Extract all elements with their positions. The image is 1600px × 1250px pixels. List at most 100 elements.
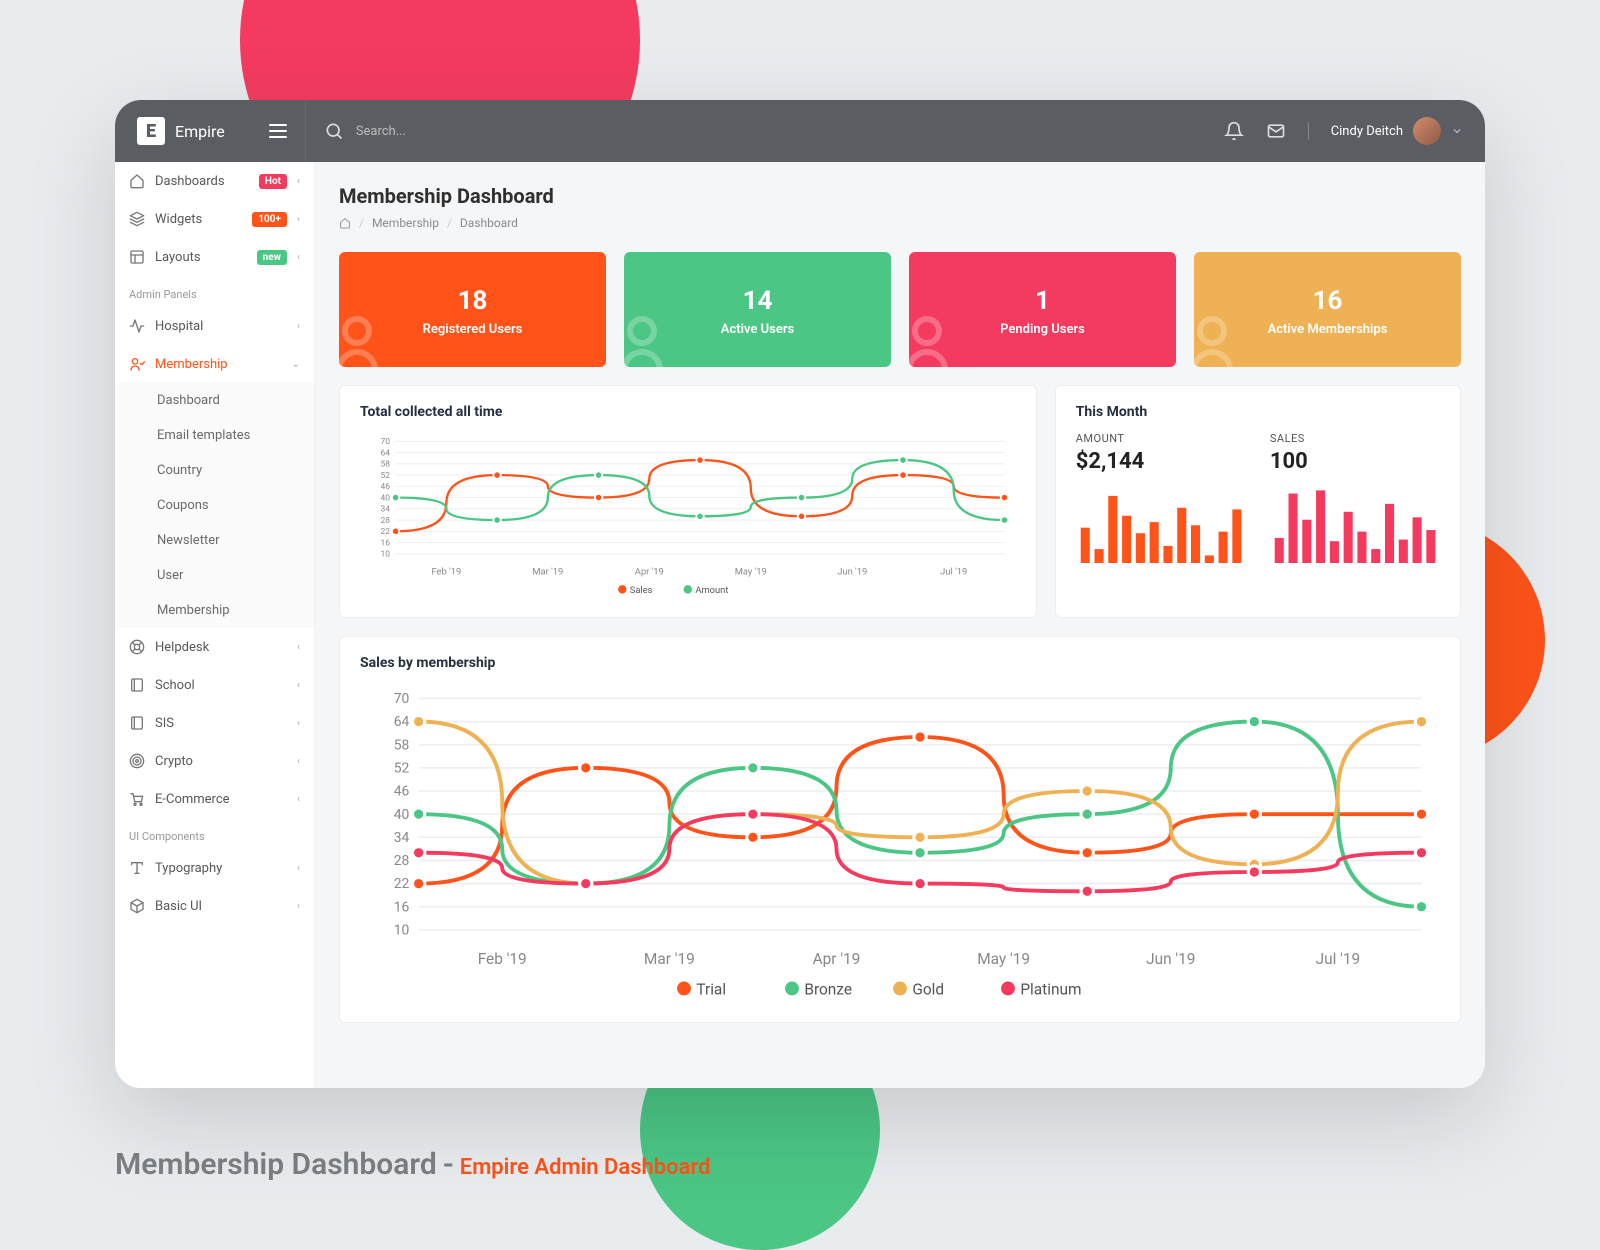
home-icon[interactable] bbox=[339, 217, 351, 229]
svg-text:Jul '19: Jul '19 bbox=[1316, 950, 1361, 968]
amount-sparkbar bbox=[1076, 484, 1246, 563]
this-month-panel: This Month AMOUNT $2,144 SALES 100 bbox=[1055, 385, 1461, 618]
chevron-icon: ‹ bbox=[297, 756, 300, 767]
sidebar-item-hospital[interactable]: Hospital ‹ bbox=[115, 307, 314, 345]
stat-row: 18 Registered Users 14 Active Users 1 Pe… bbox=[339, 252, 1461, 367]
page-title: Membership Dashboard bbox=[339, 184, 1461, 208]
brand-logo-icon: E bbox=[137, 117, 165, 145]
subnav-item-membership[interactable]: Membership bbox=[115, 593, 314, 628]
svg-text:22: 22 bbox=[381, 527, 391, 537]
nav-label: Helpdesk bbox=[155, 640, 287, 655]
main-content: Membership Dashboard / Membership / Dash… bbox=[315, 162, 1485, 1088]
chevron-icon: ‹ bbox=[297, 321, 300, 332]
cart-icon bbox=[129, 791, 145, 807]
sidebar-item-basic ui[interactable]: Basic UI ‹ bbox=[115, 887, 314, 925]
sidebar-item-crypto[interactable]: Crypto ‹ bbox=[115, 742, 314, 780]
svg-text:Jul '19: Jul '19 bbox=[940, 566, 967, 577]
amount-value: $2,144 bbox=[1076, 449, 1246, 474]
stat-card-registered users[interactable]: 18 Registered Users bbox=[339, 252, 606, 367]
sales-value: 100 bbox=[1270, 449, 1440, 474]
search-input[interactable] bbox=[356, 124, 636, 139]
nav-label: Dashboards bbox=[155, 174, 249, 189]
subnav-item-dashboard[interactable]: Dashboard bbox=[115, 383, 314, 418]
bell-icon[interactable] bbox=[1224, 121, 1244, 141]
divider bbox=[1308, 122, 1309, 140]
svg-text:Apr '19: Apr '19 bbox=[813, 950, 861, 968]
svg-text:34: 34 bbox=[394, 830, 410, 846]
subnav-item-country[interactable]: Country bbox=[115, 453, 314, 488]
stat-value: 1 bbox=[1035, 286, 1050, 316]
sidebar-item-layouts[interactable]: Layouts new ‹ bbox=[115, 238, 314, 276]
sidebar-item-membership[interactable]: Membership ⌄ bbox=[115, 345, 314, 383]
svg-text:Apr '19: Apr '19 bbox=[635, 566, 664, 577]
chevron-icon: ‹ bbox=[297, 718, 300, 729]
topbar-right: Cindy Deitch bbox=[1224, 117, 1463, 145]
chevron-left-icon: ‹ bbox=[297, 863, 300, 874]
sidebar-item-dashboards[interactable]: Dashboards Hot ‹ bbox=[115, 162, 314, 200]
stat-card-active memberships[interactable]: 16 Active Memberships bbox=[1194, 252, 1461, 367]
badge-new: new bbox=[257, 250, 287, 265]
breadcrumb-sep: / bbox=[359, 216, 364, 230]
svg-text:May '19: May '19 bbox=[977, 950, 1030, 968]
badge-hot: Hot bbox=[259, 174, 287, 189]
user-name: Cindy Deitch bbox=[1331, 124, 1403, 139]
subnav-item-newsletter[interactable]: Newsletter bbox=[115, 523, 314, 558]
sales-by-membership-chart: 1016222834404652586470Feb '19Mar '19Apr … bbox=[360, 683, 1440, 1004]
stat-value: 18 bbox=[458, 286, 488, 316]
app-window: E Empire Cindy Deitch Dashboards Hot ‹ bbox=[115, 100, 1485, 1088]
stat-card-active users[interactable]: 14 Active Users bbox=[624, 252, 891, 367]
sidebar-item-widgets[interactable]: Widgets 100+ ‹ bbox=[115, 200, 314, 238]
search-area bbox=[324, 121, 1224, 141]
svg-text:Amount: Amount bbox=[695, 585, 728, 596]
nav-label: Hospital bbox=[155, 319, 287, 334]
menu-toggle-button[interactable] bbox=[269, 124, 287, 138]
sidebar-item-typography[interactable]: Typography ‹ bbox=[115, 849, 314, 887]
divider bbox=[305, 100, 306, 162]
footer-dash: - bbox=[443, 1147, 454, 1182]
subnav-item-email templates[interactable]: Email templates bbox=[115, 418, 314, 453]
stat-label: Pending Users bbox=[1000, 322, 1085, 337]
chevron-left-icon: ‹ bbox=[297, 214, 300, 225]
svg-text:52: 52 bbox=[381, 471, 391, 481]
home-icon bbox=[129, 173, 145, 189]
sidebar-item-sis[interactable]: SIS ‹ bbox=[115, 704, 314, 742]
svg-text:Trial: Trial bbox=[696, 980, 726, 998]
activity-icon bbox=[129, 318, 145, 334]
svg-text:46: 46 bbox=[394, 783, 410, 799]
svg-text:Mar '19: Mar '19 bbox=[644, 950, 695, 968]
sales-by-membership-panel: Sales by membership 10162228344046525864… bbox=[339, 636, 1461, 1023]
svg-text:58: 58 bbox=[394, 737, 410, 753]
subnav-item-coupons[interactable]: Coupons bbox=[115, 488, 314, 523]
this-month-amount: AMOUNT $2,144 bbox=[1076, 432, 1246, 563]
brand[interactable]: E Empire bbox=[137, 117, 225, 145]
badge-count: 100+ bbox=[252, 212, 287, 227]
svg-text:16: 16 bbox=[381, 538, 391, 548]
subnav-item-user[interactable]: User bbox=[115, 558, 314, 593]
sidebar-item-helpdesk[interactable]: Helpdesk ‹ bbox=[115, 628, 314, 666]
user-check-icon bbox=[129, 356, 145, 372]
stat-label: Active Memberships bbox=[1268, 322, 1388, 337]
svg-text:58: 58 bbox=[381, 460, 391, 470]
svg-text:64: 64 bbox=[394, 714, 410, 730]
footer-subtitle: Empire Admin Dashboard bbox=[460, 1155, 711, 1180]
stat-value: 16 bbox=[1313, 286, 1343, 316]
svg-text:Feb '19: Feb '19 bbox=[478, 950, 527, 968]
sidebar-item-e-commerce[interactable]: E-Commerce ‹ bbox=[115, 780, 314, 818]
user-menu[interactable]: Cindy Deitch bbox=[1331, 117, 1463, 145]
search-icon bbox=[324, 121, 344, 141]
footer-caption: Membership Dashboard - Empire Admin Dash… bbox=[115, 1147, 711, 1182]
svg-text:Mar '19: Mar '19 bbox=[532, 566, 563, 577]
svg-text:Bronze: Bronze bbox=[804, 980, 852, 998]
nav-label: SIS bbox=[155, 716, 287, 731]
stat-value: 14 bbox=[743, 286, 773, 316]
breadcrumb-item[interactable]: Membership bbox=[372, 216, 439, 230]
svg-text:40: 40 bbox=[381, 493, 391, 503]
nav-section-admin: Admin Panels bbox=[115, 276, 314, 307]
target-icon bbox=[129, 753, 145, 769]
sidebar-item-school[interactable]: School ‹ bbox=[115, 666, 314, 704]
stat-label: Active Users bbox=[721, 322, 794, 337]
stat-card-pending users[interactable]: 1 Pending Users bbox=[909, 252, 1176, 367]
mail-icon[interactable] bbox=[1266, 121, 1286, 141]
svg-text:16: 16 bbox=[394, 899, 410, 915]
nav-label: School bbox=[155, 678, 287, 693]
